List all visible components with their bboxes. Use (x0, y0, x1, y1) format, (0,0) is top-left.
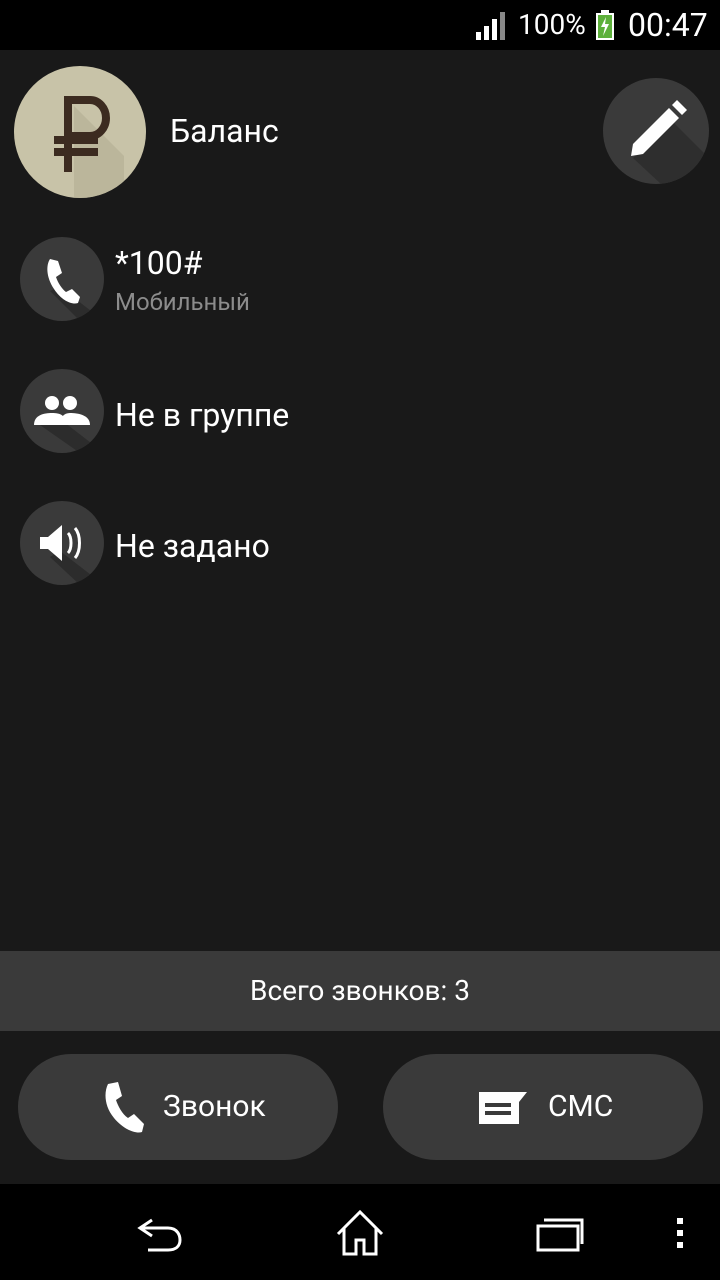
recents-button[interactable] (530, 1206, 590, 1258)
home-button[interactable] (330, 1206, 390, 1258)
system-nav-bar (0, 1184, 720, 1280)
battery-percent: 100% (518, 8, 586, 41)
pencil-icon (631, 100, 709, 184)
recents-icon (536, 1218, 584, 1252)
phone-icon (47, 259, 104, 321)
contact-details: Баланс *100# Мобильный Не в группе Не за… (0, 50, 720, 950)
overflow-menu-button[interactable] (660, 1206, 700, 1258)
contact-name: Баланс (170, 112, 279, 150)
battery-charging-icon (595, 10, 615, 40)
ringtone-value[interactable]: Не задано (115, 527, 270, 565)
signal-icon (476, 12, 508, 40)
contact-avatar[interactable] (14, 66, 146, 198)
phone-row-icon[interactable] (20, 237, 104, 321)
edit-contact-button[interactable] (603, 78, 709, 184)
status-bar: 100% 00:47 (0, 0, 720, 50)
sms-button[interactable]: СМС (383, 1054, 703, 1160)
group-value[interactable]: Не в группе (115, 396, 289, 434)
calls-summary-text: Всего звонков: 3 (250, 974, 470, 1007)
speaker-icon (40, 525, 104, 585)
home-icon (336, 1209, 384, 1256)
phone-type: Мобильный (115, 288, 250, 316)
phone-icon (105, 1082, 144, 1133)
back-icon (137, 1218, 182, 1252)
calls-summary-bar[interactable]: Всего звонков: 3 (0, 951, 720, 1031)
message-icon (479, 1092, 527, 1124)
group-icon (34, 396, 104, 453)
call-button-label: Звонок (163, 1089, 266, 1124)
overflow-menu-icon (677, 1218, 683, 1248)
call-button[interactable]: Звонок (18, 1054, 338, 1160)
group-row-icon[interactable] (20, 369, 104, 453)
clock: 00:47 (628, 6, 708, 44)
ruble-icon (54, 96, 124, 198)
ringtone-row-icon[interactable] (20, 501, 104, 585)
sms-button-label: СМС (548, 1089, 614, 1124)
phone-number[interactable]: *100# (115, 244, 202, 282)
back-button[interactable] (130, 1206, 190, 1258)
action-buttons: Звонок СМС (0, 1031, 720, 1184)
